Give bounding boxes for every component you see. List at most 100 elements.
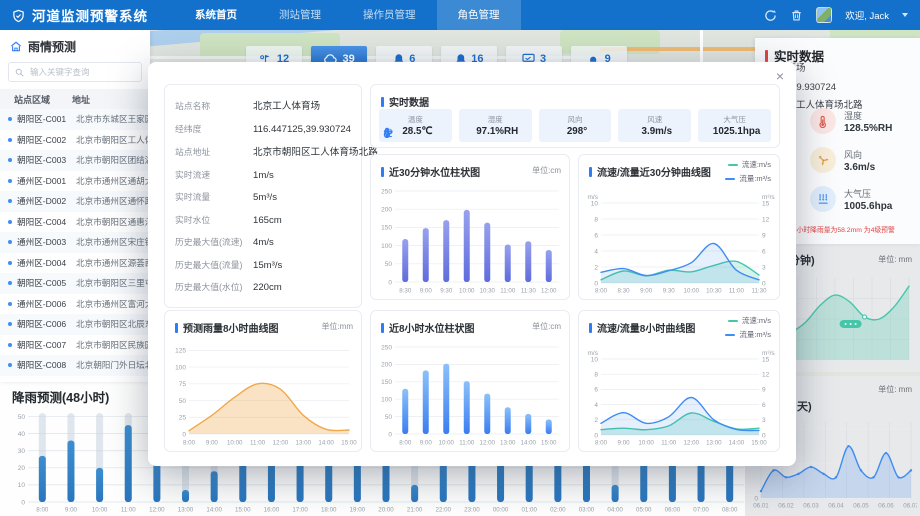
svg-text:0: 0 — [21, 499, 25, 506]
title-accent-bar — [381, 323, 384, 333]
station-address: 北京市朝阳区民族园路 — [76, 339, 150, 351]
station-address: 北京市朝阳区北辰东路 — [76, 318, 150, 330]
search-box — [8, 62, 142, 82]
search-input[interactable] — [28, 66, 135, 78]
svg-text:50: 50 — [179, 398, 187, 405]
station-row[interactable]: 朝阳区-C008 北京朝阳门外日坛北路 — [0, 355, 150, 376]
bullet-dot-icon — [8, 240, 12, 244]
station-row[interactable]: 朝阳区-C006 北京市朝阳区北辰东路 — [0, 314, 150, 335]
level8-card: 近8小时水位柱状图 单位:cm 0501001502002508:009:001… — [370, 310, 570, 452]
station-code: 朝阳区-C001 — [17, 113, 76, 125]
svg-text:06.03: 06.03 — [803, 503, 819, 510]
title-accent-bar — [589, 323, 592, 333]
app-logo: 河道监测预警系统 — [12, 5, 148, 25]
svg-text:0: 0 — [388, 431, 392, 438]
station-row[interactable]: 通州区-D002 北京市通州区通怀路 — [0, 191, 150, 212]
svg-text:200: 200 — [381, 362, 392, 369]
flow8-card: 流速/流量8小时曲线图 流速:m/s 流量:m³/s 0246810036912… — [578, 310, 780, 452]
svg-text:9: 9 — [762, 387, 766, 394]
nav-tab[interactable]: 角色管理 — [437, 0, 521, 30]
bullet-dot-icon — [8, 322, 12, 326]
svg-text:10:00: 10:00 — [227, 440, 243, 447]
svg-text:50: 50 — [18, 414, 26, 421]
svg-text:0: 0 — [754, 495, 758, 502]
info-value: 1m/s — [253, 170, 274, 181]
avatar[interactable] — [816, 7, 832, 23]
nav-tab[interactable]: 系统首页 — [174, 0, 258, 30]
svg-text:9:00: 9:00 — [65, 507, 78, 514]
sensor-label: 风向 — [844, 148, 875, 161]
svg-text:2: 2 — [594, 417, 598, 424]
chart-title: 预测雨量8小时曲线图 — [183, 320, 279, 335]
svg-text:30: 30 — [18, 448, 26, 455]
bullet-dot-icon — [8, 220, 12, 224]
svg-text:8:00: 8:00 — [399, 440, 412, 447]
station-row[interactable]: 朝阳区-C007 北京市朝阳区民族园路 — [0, 335, 150, 356]
svg-text:6: 6 — [594, 232, 598, 239]
svg-text:01:00: 01:00 — [521, 507, 537, 514]
realtime-chip: 风速 3.9m/s — [618, 109, 691, 142]
nav-tab[interactable]: 操作员管理 — [342, 0, 437, 30]
svg-text:10:00: 10:00 — [684, 288, 700, 295]
sensor-icon — [810, 108, 836, 134]
chart-unit: 单位:mm — [321, 321, 353, 332]
station-detail-modal: × 站点名称 北京工人体育场 经纬度 116.447125,39.930724 … — [148, 62, 796, 466]
station-row[interactable]: 朝阳区-C001 北京市东城区王家园胡同 — [0, 109, 150, 130]
svg-text:3: 3 — [762, 264, 766, 271]
station-address: 北京市通州区富河大街 — [76, 298, 150, 310]
chart-unit: 单位: mm — [878, 254, 912, 265]
bullet-dot-icon — [8, 343, 12, 347]
station-row[interactable]: 通州区-D004 北京市通州区源荟西路 — [0, 253, 150, 274]
title-accent-bar — [589, 167, 592, 177]
realtime-chips: 温度 28.5℃ 湿度 97.1%RH 风向 — [379, 109, 771, 142]
sensor-icon — [810, 186, 836, 212]
svg-text:10: 10 — [591, 356, 599, 363]
svg-text:13:00: 13:00 — [706, 440, 722, 447]
station-code: 通州区-D006 — [17, 298, 76, 310]
chart-title: 流速/流量8小时曲线图 — [597, 320, 695, 335]
station-row[interactable]: 朝阳区-C002 北京市朝阳区工人体育场 — [0, 130, 150, 151]
svg-text:10: 10 — [591, 200, 599, 207]
svg-text:m³/s: m³/s — [762, 350, 775, 357]
svg-text:02:00: 02:00 — [550, 507, 566, 514]
svg-text:12:00: 12:00 — [541, 288, 557, 295]
user-menu-label[interactable]: 欢迎, Jack — [845, 8, 889, 22]
close-icon[interactable]: × — [776, 68, 784, 84]
nav-tab[interactable]: 测站管理 — [258, 0, 342, 30]
station-info-row: 实时流速 1m/s — [175, 168, 351, 181]
trash-icon[interactable] — [790, 9, 803, 22]
station-code: 通州区-D003 — [17, 236, 76, 248]
svg-text:11:00: 11:00 — [459, 440, 475, 447]
station-code: 朝阳区-C002 — [17, 134, 76, 146]
svg-text:04:00: 04:00 — [607, 507, 623, 514]
svg-text:8:30: 8:30 — [618, 288, 631, 295]
station-row[interactable]: 通州区-D006 北京市通州区富河大街 — [0, 294, 150, 315]
level30-chart: 0501001502002508:309:009:3010:0010:3011:… — [375, 183, 565, 295]
svg-text:15:00: 15:00 — [341, 440, 357, 447]
info-value: 165cm — [253, 215, 282, 226]
card-title: 实时数据 — [381, 94, 429, 109]
station-info-card: 站点名称 北京工人体育场 经纬度 116.447125,39.930724 站点… — [164, 84, 362, 308]
station-row[interactable]: 通州区-D003 北京市通州区宋庄镇白庙 — [0, 232, 150, 253]
svg-text:9: 9 — [762, 232, 766, 239]
realtime-title: 实时数据 — [389, 94, 429, 109]
chevron-down-icon[interactable] — [902, 13, 908, 17]
station-row[interactable]: 朝阳区-C004 北京市朝阳区通惠河北路 — [0, 212, 150, 233]
svg-text:8:00: 8:00 — [595, 288, 608, 295]
svg-text:10:00: 10:00 — [439, 440, 455, 447]
svg-text:14:00: 14:00 — [521, 440, 537, 447]
sensor-label: 大气压 — [844, 187, 892, 200]
station-row[interactable]: 朝阳区-C003 北京市朝阳区团结湖南里 — [0, 150, 150, 171]
svg-text:12:00: 12:00 — [684, 440, 700, 447]
station-row[interactable]: 通州区-D001 北京市通州区通胡大街 — [0, 171, 150, 192]
panel-header: 雨情预测 — [0, 30, 150, 60]
svg-text:11:30: 11:30 — [521, 288, 537, 295]
refresh-icon[interactable] — [764, 9, 777, 22]
info-label: 实时水位 — [175, 213, 253, 226]
station-row[interactable]: 朝阳区-C005 北京市朝阳区三里屯路 — [0, 273, 150, 294]
svg-text:20:00: 20:00 — [378, 507, 394, 514]
svg-text:13:00: 13:00 — [500, 440, 516, 447]
svg-text:03:00: 03:00 — [579, 507, 595, 514]
info-value: 15m³/s — [253, 260, 282, 271]
chip-value: 28.5℃ — [402, 126, 432, 138]
